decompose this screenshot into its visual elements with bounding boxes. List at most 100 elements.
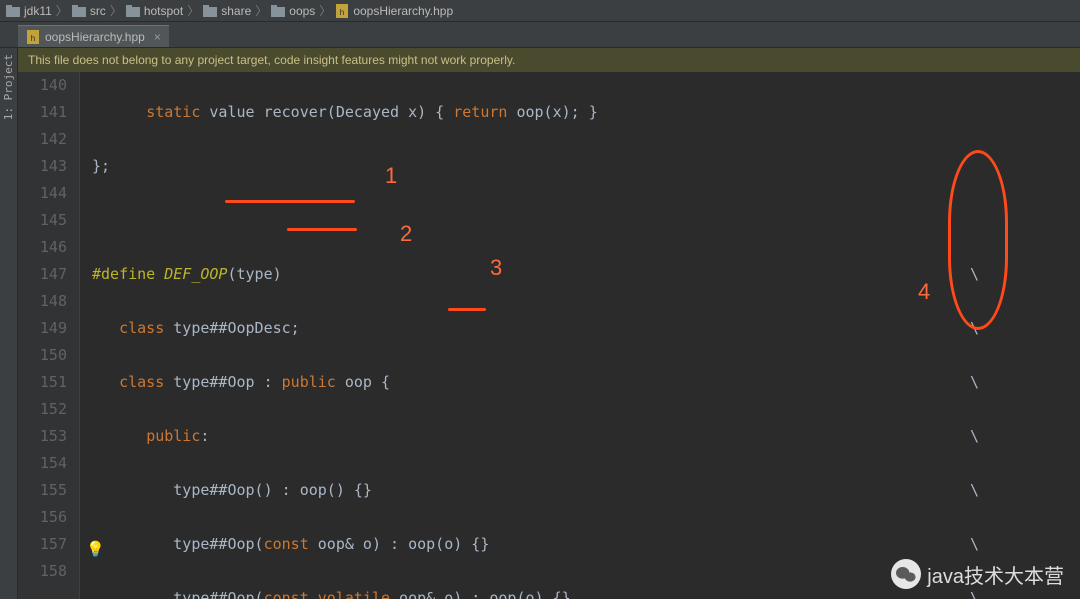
line-number: 153 bbox=[18, 423, 67, 450]
line-number: 145 bbox=[18, 207, 67, 234]
close-icon[interactable]: × bbox=[154, 30, 161, 44]
project-tool-button[interactable]: 1: Project bbox=[0, 48, 18, 599]
line-number: 140 bbox=[18, 72, 67, 99]
code-text: value recover(Decayed x) { bbox=[200, 103, 453, 121]
keyword: const bbox=[264, 535, 309, 553]
crumb-file[interactable]: h oopsHierarchy.hpp bbox=[335, 4, 453, 18]
code-text: type bbox=[173, 319, 209, 337]
op: ## bbox=[209, 373, 227, 391]
keyword: static bbox=[146, 103, 200, 121]
chevron-right-icon: 〉 bbox=[319, 2, 331, 19]
project-tool-label: 1: Project bbox=[2, 54, 15, 120]
preproc: #define bbox=[92, 265, 155, 283]
code-text: oop(x); } bbox=[507, 103, 597, 121]
svg-text:h: h bbox=[340, 8, 344, 17]
chevron-right-icon: 〉 bbox=[110, 2, 122, 19]
keyword: return bbox=[453, 103, 507, 121]
warning-text: This file does not belong to any project… bbox=[28, 53, 515, 67]
macro-name: DEF_OOP bbox=[155, 265, 227, 283]
backslash: \ bbox=[970, 369, 979, 396]
crumb-label: oops bbox=[289, 4, 315, 18]
folder-icon bbox=[126, 5, 140, 17]
line-number: 155 bbox=[18, 477, 67, 504]
intention-bulb-icon[interactable]: 💡 bbox=[86, 536, 105, 563]
hpp-file-icon: h bbox=[335, 4, 349, 18]
crumb-src[interactable]: src bbox=[72, 4, 106, 18]
red-underline bbox=[448, 308, 486, 311]
folder-icon bbox=[203, 5, 217, 17]
line-number: 143 bbox=[18, 153, 67, 180]
watermark: java技术大本营 bbox=[891, 559, 1064, 589]
backslash: \ bbox=[970, 261, 979, 288]
line-number: 146 bbox=[18, 234, 67, 261]
backslash: \ bbox=[970, 477, 979, 504]
backslash: \ bbox=[970, 315, 979, 342]
code-text: type##Oop() : oop() {} bbox=[173, 481, 372, 499]
code-text: type##Oop( bbox=[173, 589, 263, 599]
line-number: 158 bbox=[18, 558, 67, 585]
code-line[interactable]: class type##OopDesc; \ bbox=[92, 315, 1080, 342]
code-line[interactable]: class type##Oop : public oop { \ bbox=[92, 369, 1080, 396]
code-text: oop& o) : oop(o) {} bbox=[390, 589, 571, 599]
keyword: class bbox=[119, 373, 173, 391]
tab-bar: h oopsHierarchy.hpp × bbox=[0, 22, 1080, 48]
op: ## bbox=[209, 319, 227, 337]
code-text: Oop : bbox=[227, 373, 281, 391]
crumb-label: share bbox=[221, 4, 251, 18]
code-line[interactable]: type##Oop() : oop() {} \ bbox=[92, 477, 1080, 504]
code-line[interactable] bbox=[92, 207, 1080, 234]
colon: : bbox=[200, 427, 209, 445]
red-underline bbox=[225, 200, 355, 203]
folder-icon bbox=[271, 5, 285, 17]
wechat-icon bbox=[891, 559, 921, 589]
keyword: public bbox=[282, 373, 336, 391]
crumb-label: jdk11 bbox=[24, 4, 52, 18]
hpp-file-icon: h bbox=[26, 30, 40, 44]
keyword: public bbox=[146, 427, 200, 445]
backslash: \ bbox=[970, 531, 979, 558]
line-gutter: 1401411421431441451461471481491501511521… bbox=[18, 72, 80, 599]
tab-label: oopsHierarchy.hpp bbox=[45, 30, 145, 44]
line-number: 147 bbox=[18, 261, 67, 288]
code-line[interactable]: public: \ bbox=[92, 423, 1080, 450]
line-number: 144 bbox=[18, 180, 67, 207]
warning-banner: This file does not belong to any project… bbox=[18, 48, 1080, 72]
chevron-right-icon: 〉 bbox=[255, 2, 267, 19]
watermark-text: java技术大本营 bbox=[927, 560, 1064, 589]
breadcrumb: jdk11 〉 src 〉 hotspot 〉 share 〉 oops 〉 h… bbox=[0, 0, 1080, 22]
tab-oopshierarchy[interactable]: h oopsHierarchy.hpp × bbox=[18, 25, 169, 47]
crumb-label: src bbox=[90, 4, 106, 18]
code-area[interactable]: static value recover(Decayed x) { return… bbox=[80, 72, 1080, 599]
code-line[interactable]: }; bbox=[92, 153, 1080, 180]
line-number: 149 bbox=[18, 315, 67, 342]
folder-icon bbox=[6, 5, 20, 17]
line-number: 156 bbox=[18, 504, 67, 531]
crumb-share[interactable]: share bbox=[203, 4, 251, 18]
code-text: }; bbox=[92, 157, 110, 175]
backslash: \ bbox=[970, 423, 979, 450]
code-text: type bbox=[173, 373, 209, 391]
code-text: OopDesc; bbox=[227, 319, 299, 337]
keyword: class bbox=[119, 319, 173, 337]
code-text: oop { bbox=[336, 373, 390, 391]
code-text: (type) bbox=[227, 265, 281, 283]
code-line[interactable]: #define DEF_OOP(type) \ bbox=[92, 261, 1080, 288]
code-text: oop& o) : oop(o) {} bbox=[309, 535, 490, 553]
line-number: 151 bbox=[18, 369, 67, 396]
crumb-oops[interactable]: oops bbox=[271, 4, 315, 18]
crumb-jdk11[interactable]: jdk11 bbox=[6, 4, 52, 18]
code-line[interactable]: static value recover(Decayed x) { return… bbox=[92, 99, 1080, 126]
line-number: 142 bbox=[18, 126, 67, 153]
line-number: 157 bbox=[18, 531, 67, 558]
chevron-right-icon: 〉 bbox=[187, 2, 199, 19]
code-line[interactable]: type##Oop(const oop& o) : oop(o) {}\ bbox=[92, 531, 1080, 558]
keyword: const volatile bbox=[264, 589, 390, 599]
line-number: 152 bbox=[18, 396, 67, 423]
crumb-label: oopsHierarchy.hpp bbox=[353, 4, 453, 18]
code-editor[interactable]: 1401411421431441451461471481491501511521… bbox=[18, 72, 1080, 599]
crumb-hotspot[interactable]: hotspot bbox=[126, 4, 183, 18]
chevron-right-icon: 〉 bbox=[56, 2, 68, 19]
line-number: 141 bbox=[18, 99, 67, 126]
svg-text:h: h bbox=[31, 34, 35, 43]
line-number: 150 bbox=[18, 342, 67, 369]
